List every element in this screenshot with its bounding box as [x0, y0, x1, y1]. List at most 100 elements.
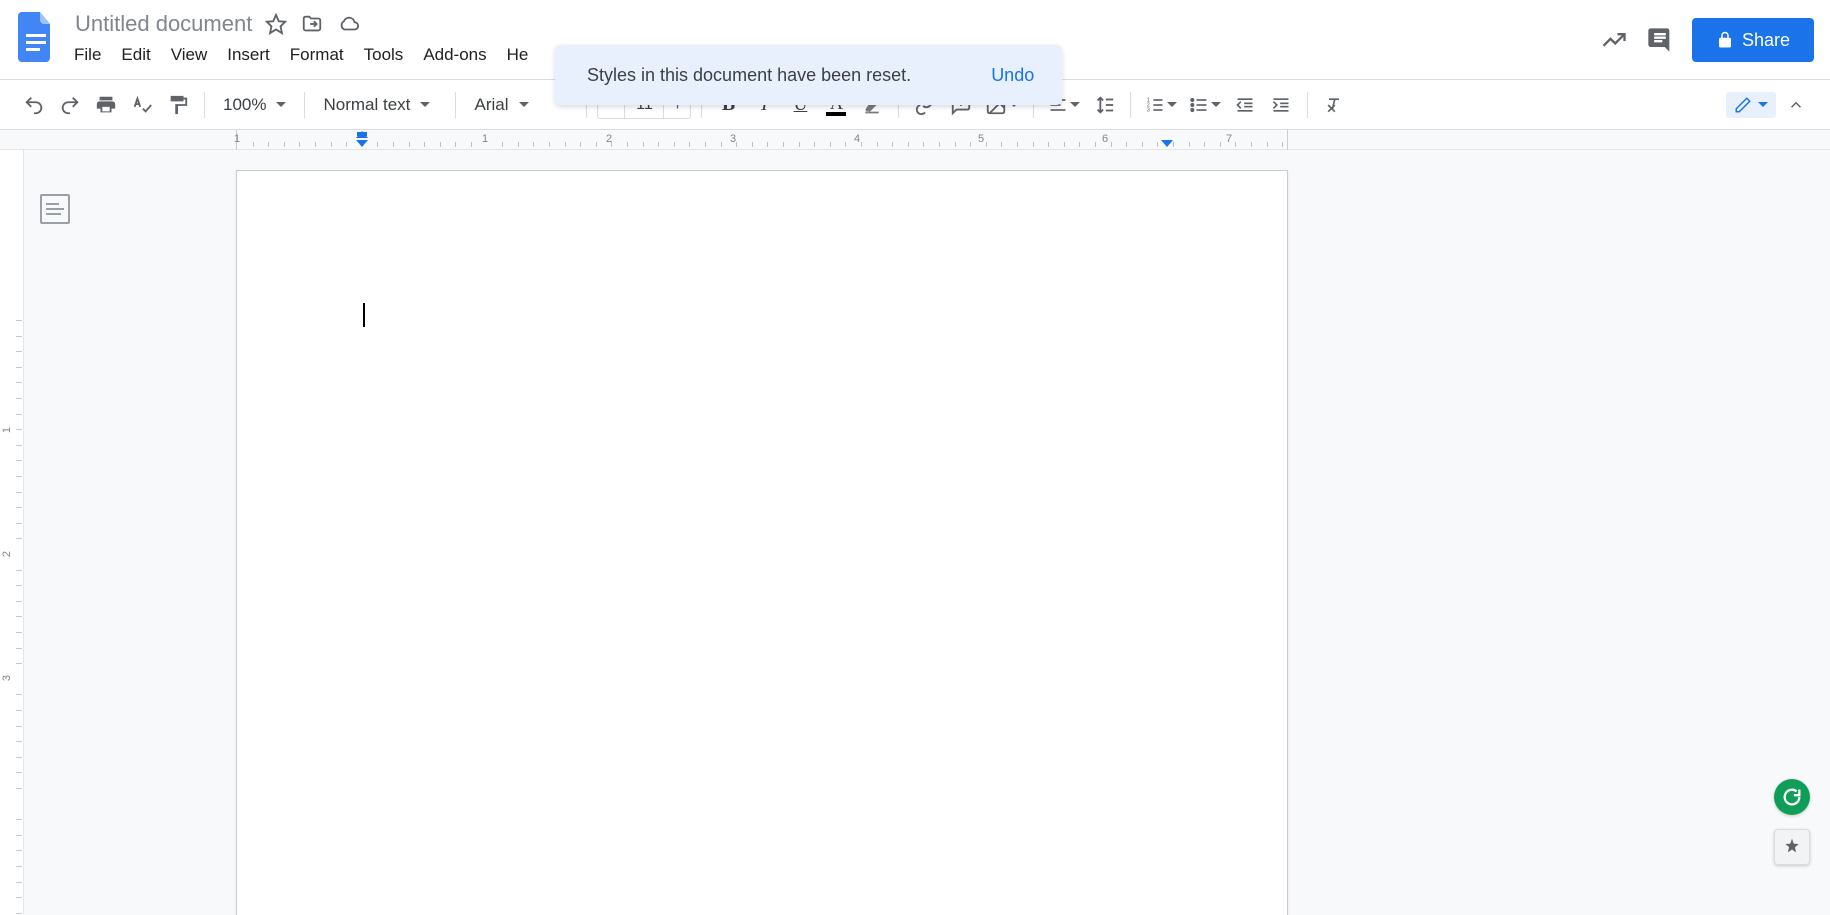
clear-formatting-button[interactable] [1318, 89, 1350, 121]
ruler-tick [16, 866, 22, 867]
menu-tools[interactable]: Tools [354, 41, 414, 69]
menu-addons[interactable]: Add-ons [413, 41, 496, 69]
horizontal-ruler[interactable]: 1 1 2 3 4 5 6 7 [0, 130, 1830, 150]
hide-menus-button[interactable] [1780, 89, 1812, 121]
document-outline-button[interactable] [40, 194, 70, 224]
dropdown-icon [276, 102, 286, 107]
explore-fab[interactable] [1774, 829, 1810, 865]
ruler-track: 1 1 2 3 4 5 6 7 [236, 130, 1288, 150]
separator [304, 92, 305, 118]
ruler-tick [1064, 142, 1065, 147]
document-title[interactable]: Untitled document [68, 8, 259, 40]
dropdown-icon [1167, 102, 1177, 107]
ruler-tick [16, 460, 22, 461]
left-indent-marker[interactable] [356, 140, 368, 147]
ruler-tick [689, 142, 690, 147]
menu-view[interactable]: View [161, 41, 218, 69]
ruler-tick [16, 850, 22, 851]
comments-icon[interactable] [1646, 26, 1674, 54]
spellcheck-button[interactable] [126, 89, 158, 121]
line-spacing-button[interactable] [1088, 89, 1120, 121]
ruler-tick [1189, 142, 1190, 147]
ruler-tick [549, 142, 550, 147]
paint-format-button[interactable] [162, 89, 194, 121]
ruler-tick [16, 788, 22, 789]
ruler-tick [377, 142, 378, 147]
ruler-tick [471, 142, 472, 147]
ruler-tick [986, 142, 987, 147]
decrease-indent-button[interactable] [1229, 89, 1261, 121]
numbered-list-button[interactable]: 123 [1141, 89, 1181, 121]
ruler-tick [721, 142, 722, 147]
ruler-tick [955, 142, 956, 147]
separator [1307, 92, 1308, 118]
ruler-tick [16, 913, 22, 914]
ruler-tick [16, 663, 22, 664]
ruler-tick [16, 772, 22, 773]
ruler-tick [923, 142, 924, 147]
ruler-tick [1173, 142, 1174, 147]
ruler-tick [16, 616, 22, 617]
ruler-tick [16, 476, 22, 477]
ruler-label: 1 [482, 133, 488, 145]
ruler-tick [16, 835, 22, 836]
print-button[interactable] [90, 89, 122, 121]
docs-logo[interactable] [16, 10, 56, 64]
svg-text:3: 3 [1147, 107, 1150, 113]
dropdown-icon [1070, 102, 1080, 107]
ruler-tick [705, 142, 706, 147]
title-icons [265, 13, 361, 35]
cloud-status-icon[interactable] [337, 13, 361, 35]
ruler-tick [16, 570, 22, 571]
ruler-label: 4 [854, 133, 860, 145]
ruler-label: 6 [1102, 133, 1108, 145]
menu-format[interactable]: Format [280, 41, 354, 69]
ruler-tick [16, 897, 22, 898]
ruler-tick [939, 142, 940, 147]
ruler-tick [253, 142, 254, 147]
menu-help[interactable]: He [497, 41, 539, 69]
ruler-tick [16, 601, 22, 602]
vertical-ruler[interactable]: 1 2 3 [0, 150, 24, 915]
bulleted-list-button[interactable] [1185, 89, 1225, 121]
grammarly-fab[interactable] [1774, 779, 1810, 815]
notification-undo-button[interactable]: Undo [991, 65, 1034, 86]
ruler-tick [1235, 142, 1236, 147]
ruler-tick [674, 142, 675, 147]
ruler-tick [16, 585, 22, 586]
ruler-tick [658, 142, 659, 147]
activity-icon[interactable] [1600, 26, 1628, 54]
ruler-tick [16, 382, 22, 383]
right-indent-marker[interactable] [1161, 140, 1173, 147]
ruler-tick [845, 142, 846, 147]
menu-file[interactable]: File [64, 41, 111, 69]
menu-insert[interactable]: Insert [217, 41, 280, 69]
menu-edit[interactable]: Edit [111, 41, 160, 69]
increase-indent-button[interactable] [1265, 89, 1297, 121]
document-page[interactable] [236, 170, 1288, 915]
undo-button[interactable] [18, 89, 50, 121]
notification-message: Styles in this document have been reset. [587, 65, 911, 86]
editing-mode-button[interactable] [1726, 92, 1776, 118]
zoom-combo[interactable]: 100% [215, 90, 294, 120]
paragraph-style-combo[interactable]: Normal text [315, 90, 445, 120]
zoom-value: 100% [223, 95, 266, 115]
notification-snackbar: Styles in this document have been reset.… [555, 45, 1062, 105]
share-button[interactable]: Share [1692, 18, 1814, 62]
ruler-tick [1282, 142, 1283, 147]
ruler-tick [268, 142, 269, 147]
ruler-tick [16, 710, 22, 711]
star-icon[interactable] [265, 13, 287, 35]
ruler-tick [877, 142, 878, 147]
ruler-tick [16, 648, 22, 649]
ruler-tick [315, 142, 316, 147]
ruler-tick [455, 142, 456, 147]
title-area: Untitled document File Edit View [68, 8, 538, 70]
ruler-tick [783, 142, 784, 147]
ruler-tick [518, 142, 519, 147]
ruler-tick [16, 726, 22, 727]
redo-button[interactable] [54, 89, 86, 121]
move-icon[interactable] [301, 13, 323, 35]
ruler-tick [533, 142, 534, 147]
ruler-tick [767, 142, 768, 147]
